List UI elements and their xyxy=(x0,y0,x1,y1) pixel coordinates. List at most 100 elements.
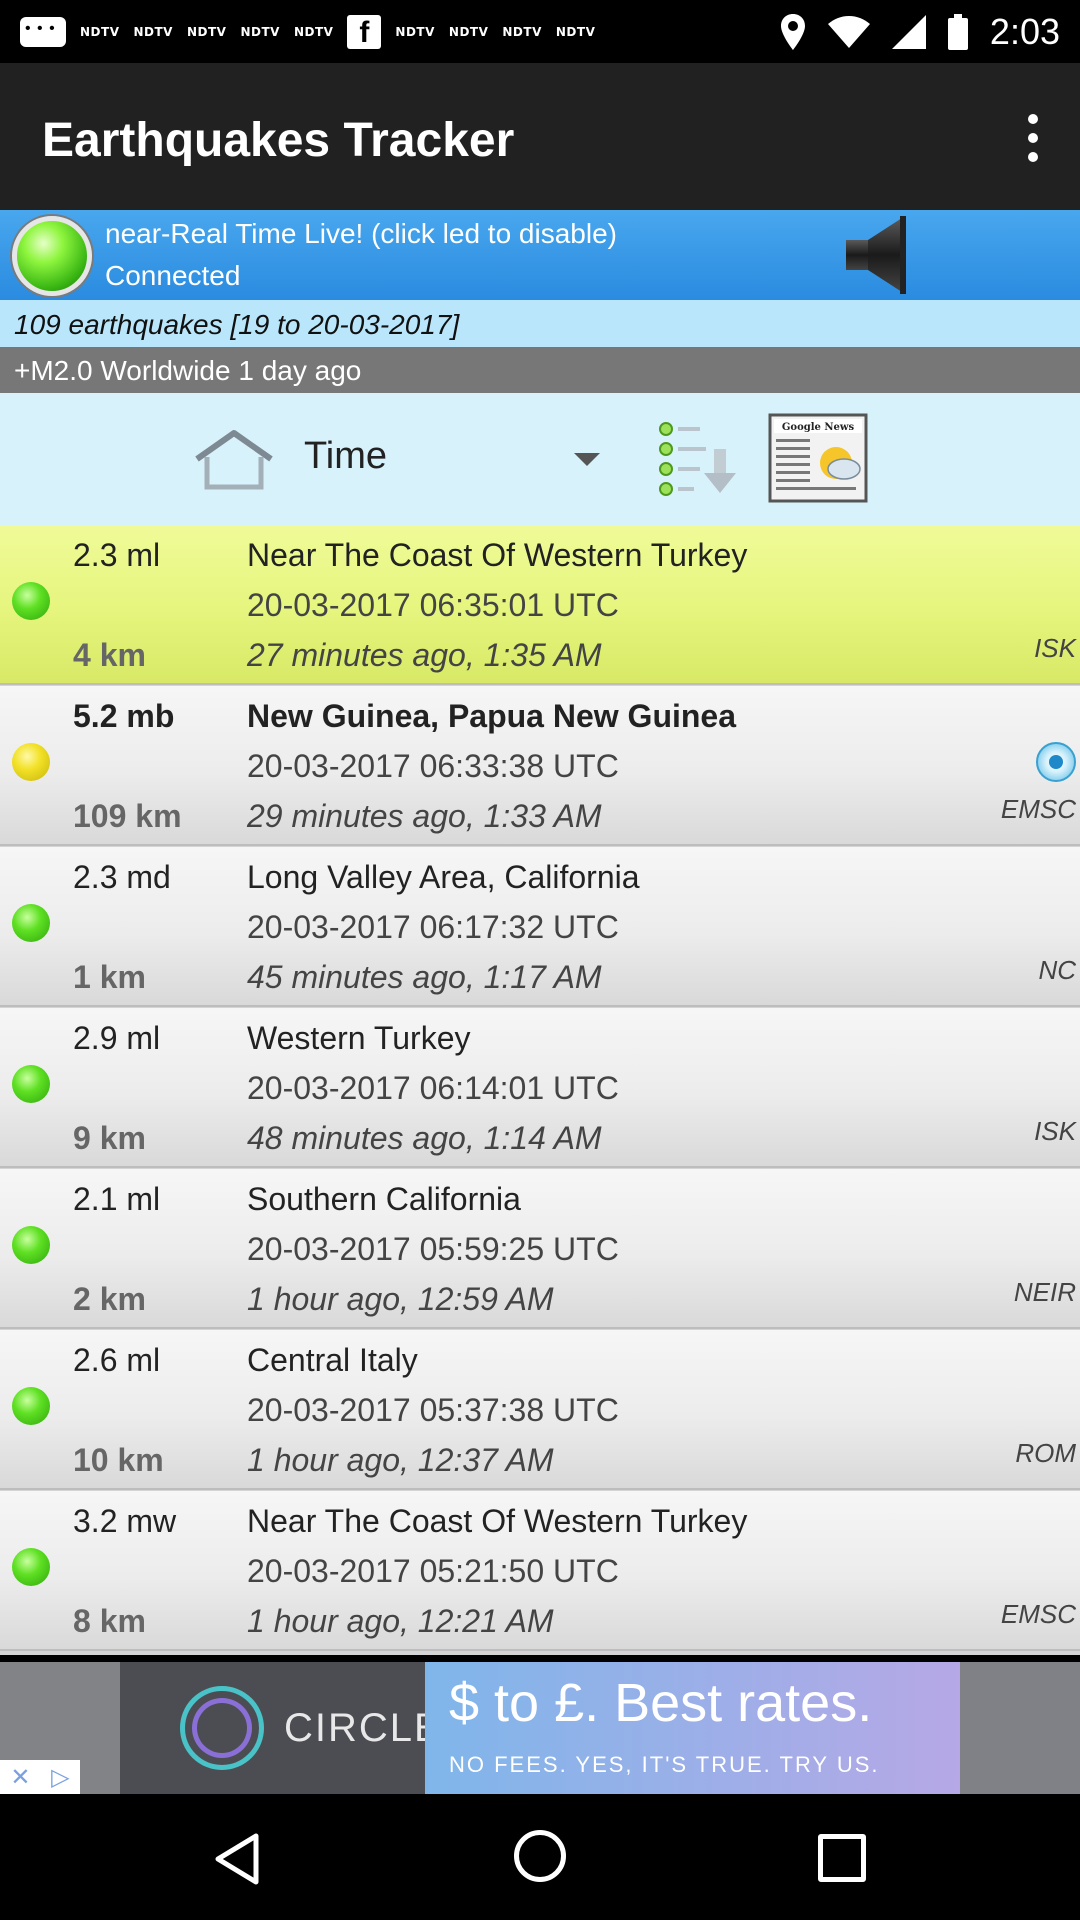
connection-status: Connected xyxy=(105,260,241,291)
live-status-text: near-Real Time Live! (click led to disab… xyxy=(105,218,617,249)
ndtv-icon: NDTV xyxy=(133,25,173,39)
location: Near The Coast Of Western Turkey xyxy=(247,1503,748,1539)
live-led-toggle[interactable] xyxy=(12,216,92,296)
relative-time: 1 hour ago, 12:21 AM xyxy=(247,1603,554,1639)
sort-select[interactable]: Time xyxy=(304,435,387,478)
clock: 2:03 xyxy=(989,11,1060,52)
close-icon[interactable]: ✕ xyxy=(10,1763,30,1792)
relative-time: 29 minutes ago, 1:33 AM xyxy=(247,798,602,834)
severity-dot xyxy=(12,743,50,781)
earthquake-row[interactable]: 2.3 ml 4 km Near The Coast Of Western Tu… xyxy=(0,525,1080,685)
earthquake-row[interactable]: 5.2 mb 109 km New Guinea, Papua New Guin… xyxy=(0,686,1080,846)
signal-icon xyxy=(891,15,926,49)
utc-time: 20-03-2017 06:35:01 UTC xyxy=(247,587,619,623)
system-icons: 2:03 xyxy=(780,10,1060,54)
ad-logo-area: CIRCLE xyxy=(120,1662,441,1794)
depth: 2 km xyxy=(73,1281,146,1317)
earthquake-row[interactable]: 3.2 mw 8 km Near The Coast Of Western Tu… xyxy=(0,1491,1080,1651)
ad-copy: $ to £. Best rates. NO FEES. YES, IT'S T… xyxy=(425,1662,960,1794)
ndtv-icon: NDTV xyxy=(502,25,542,39)
location: Western Turkey xyxy=(247,1020,471,1056)
ndtv-icon: NDTV xyxy=(448,25,489,39)
earthquake-row[interactable]: 2.3 md 1 km Long Valley Area, California… xyxy=(0,847,1080,1007)
ad-banner[interactable]: ✕ ▷ CIRCLE $ to £. Best rates. NO FEES. … xyxy=(0,1662,1080,1794)
dropdown-caret-icon[interactable] xyxy=(574,453,600,466)
source-agency: ISK xyxy=(1034,633,1076,663)
ad-subline: NO FEES. YES, IT'S TRUE. TRY US. xyxy=(449,1752,880,1777)
overflow-menu-icon[interactable] xyxy=(1008,103,1058,173)
navigation-bar xyxy=(0,1794,1080,1920)
magnitude: 2.1 ml xyxy=(73,1181,161,1217)
depth: 8 km xyxy=(73,1603,146,1639)
list-download-icon[interactable] xyxy=(656,417,742,501)
magnitude: 2.6 ml xyxy=(73,1342,161,1378)
utc-time: 20-03-2017 05:59:25 UTC xyxy=(247,1231,619,1267)
depth: 9 km xyxy=(73,1120,146,1156)
depth: 10 km xyxy=(73,1442,164,1478)
app-bar: Earthquakes Tracker xyxy=(0,63,1080,210)
notification-icons: NDTV NDTV NDTV NDTV NDTV f NDTV NDTV NDT… xyxy=(20,12,595,52)
eye-icon[interactable] xyxy=(1036,742,1076,782)
relative-time: 48 minutes ago, 1:14 AM xyxy=(247,1120,602,1156)
location: New Guinea, Papua New Guinea xyxy=(247,698,737,734)
speaker-icon[interactable] xyxy=(840,216,920,294)
earthquake-row[interactable]: 2.6 ml 10 km Central Italy 20-03-2017 05… xyxy=(0,1330,1080,1490)
location: Long Valley Area, California xyxy=(247,859,640,895)
earthquake-count-bar: 109 earthquakes [19 to 20-03-2017] xyxy=(0,300,1080,347)
severity-dot xyxy=(12,582,50,620)
ad-creative[interactable]: CIRCLE $ to £. Best rates. NO FEES. YES,… xyxy=(120,1662,960,1794)
facebook-icon: f xyxy=(347,15,382,49)
magnitude: 2.3 ml xyxy=(73,537,161,573)
magnitude: 2.3 md xyxy=(73,859,171,895)
earthquake-row[interactable]: 2.1 ml 2 km Southern California 20-03-20… xyxy=(0,1169,1080,1329)
recents-icon[interactable] xyxy=(818,1834,866,1882)
earthquake-row[interactable]: 2.9 ml 9 km Western Turkey 20-03-2017 06… xyxy=(0,1008,1080,1168)
ndtv-icon: NDTV xyxy=(395,25,435,39)
severity-dot xyxy=(12,1226,50,1264)
location-icon xyxy=(780,14,805,50)
toolbar: Time Google News xyxy=(0,393,1080,525)
depth: 109 km xyxy=(73,798,182,834)
magnitude: 2.9 ml xyxy=(73,1020,161,1056)
home-icon[interactable] xyxy=(193,429,275,491)
ad-headline: $ to £. Best rates. xyxy=(449,1673,873,1733)
utc-time: 20-03-2017 06:17:32 UTC xyxy=(247,909,619,945)
utc-time: 20-03-2017 06:14:01 UTC xyxy=(247,1070,619,1106)
relative-time: 45 minutes ago, 1:17 AM xyxy=(247,959,602,995)
battery-icon xyxy=(947,14,968,50)
back-icon[interactable] xyxy=(210,1832,264,1886)
svg-text:Google News: Google News xyxy=(782,422,855,433)
filter-summary: +M2.0 Worldwide 1 day ago xyxy=(14,355,362,386)
google-news-icon[interactable]: Google News xyxy=(764,411,872,505)
source-agency: NEIR xyxy=(1013,1277,1076,1307)
severity-dot xyxy=(12,1065,50,1103)
relative-time: 1 hour ago, 12:37 AM xyxy=(247,1442,554,1478)
location: Central Italy xyxy=(247,1342,418,1378)
utc-time: 20-03-2017 05:37:38 UTC xyxy=(247,1392,619,1428)
location: Near The Coast Of Western Turkey xyxy=(247,537,748,573)
ad-controls[interactable]: ✕ ▷ xyxy=(0,1760,80,1794)
circle-logo-icon xyxy=(180,1686,264,1770)
source-agency: NC xyxy=(1038,955,1076,985)
wifi-icon xyxy=(827,16,870,48)
relative-time: 1 hour ago, 12:59 AM xyxy=(247,1281,554,1317)
source-agency: ISK xyxy=(1034,1116,1076,1146)
live-banner[interactable]: near-Real Time Live! (click led to disab… xyxy=(0,210,1080,300)
adchoices-icon[interactable]: ▷ xyxy=(51,1763,69,1792)
home-circle-icon[interactable] xyxy=(514,1830,566,1882)
depth: 4 km xyxy=(73,637,146,673)
earthquake-count: 109 earthquakes [19 to 20-03-2017] xyxy=(14,309,460,340)
severity-dot xyxy=(12,1548,50,1586)
magnitude: 5.2 mb xyxy=(73,698,175,734)
depth: 1 km xyxy=(73,959,146,995)
app-title: Earthquakes Tracker xyxy=(42,114,515,167)
relative-time: 27 minutes ago, 1:35 AM xyxy=(247,637,602,673)
source-agency: EMSC xyxy=(1000,1599,1076,1629)
utc-time: 20-03-2017 06:33:38 UTC xyxy=(247,748,619,784)
earthquake-list[interactable]: 2.3 ml 4 km Near The Coast Of Western Tu… xyxy=(0,525,1080,1655)
ndtv-icon: NDTV xyxy=(293,25,334,39)
ndtv-icon: NDTV xyxy=(240,25,280,39)
filter-bar[interactable]: +M2.0 Worldwide 1 day ago xyxy=(0,347,1080,393)
severity-dot xyxy=(12,1387,50,1425)
ad-brand: CIRCLE xyxy=(284,1706,443,1750)
